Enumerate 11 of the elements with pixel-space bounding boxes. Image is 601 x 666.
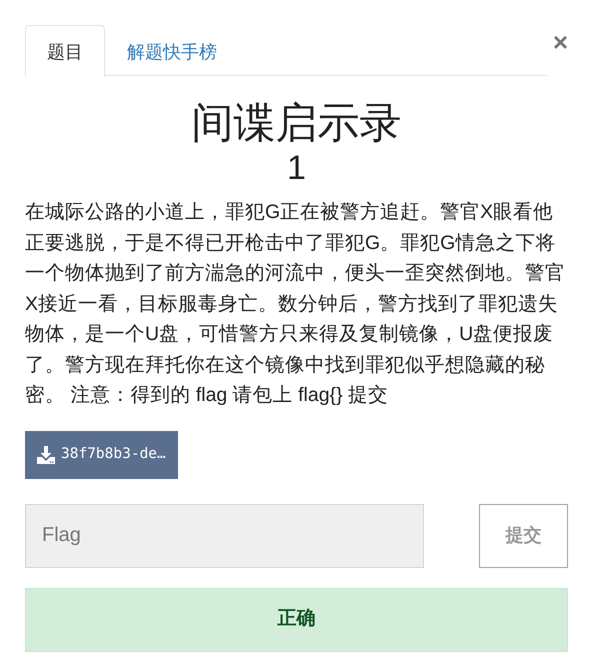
download-button[interactable]: 38f7b8b3-de… [25, 430, 178, 479]
download-icon [36, 444, 56, 465]
challenge-points: 1 [286, 148, 307, 190]
challenge-title: 间谍启示录 [190, 98, 402, 148]
result-message: 正确 [25, 588, 568, 652]
flag-input[interactable]: Flag [25, 504, 424, 568]
close-button[interactable]: × [552, 29, 568, 55]
challenge-description: 在城际公路的小道上，罪犯G正在被警方追赶。警官X眼看他正要逃脱，于是不得已开枪击中了罪犯G。罪犯G情急之下将一个物体抛到了前方湍急的河流中，便头一歪突然倒地。警官X接近一看，目标服毒身亡。数分钟后，警方找到了罪犯遗失物体，是一个U盘，可惜警方只来得及复制镜像，U盘便报废了。警方现在拜托你在这个镜像中找到罪犯似乎想隐藏的秘密。 注意：得到的 flag 请包上 flag{} 提交 [25, 200, 566, 408]
submit-button[interactable]: 提交 [479, 504, 568, 568]
tab[interactable]: 解题快手榜 [105, 25, 239, 77]
tab[interactable]: 题目 [25, 25, 105, 77]
